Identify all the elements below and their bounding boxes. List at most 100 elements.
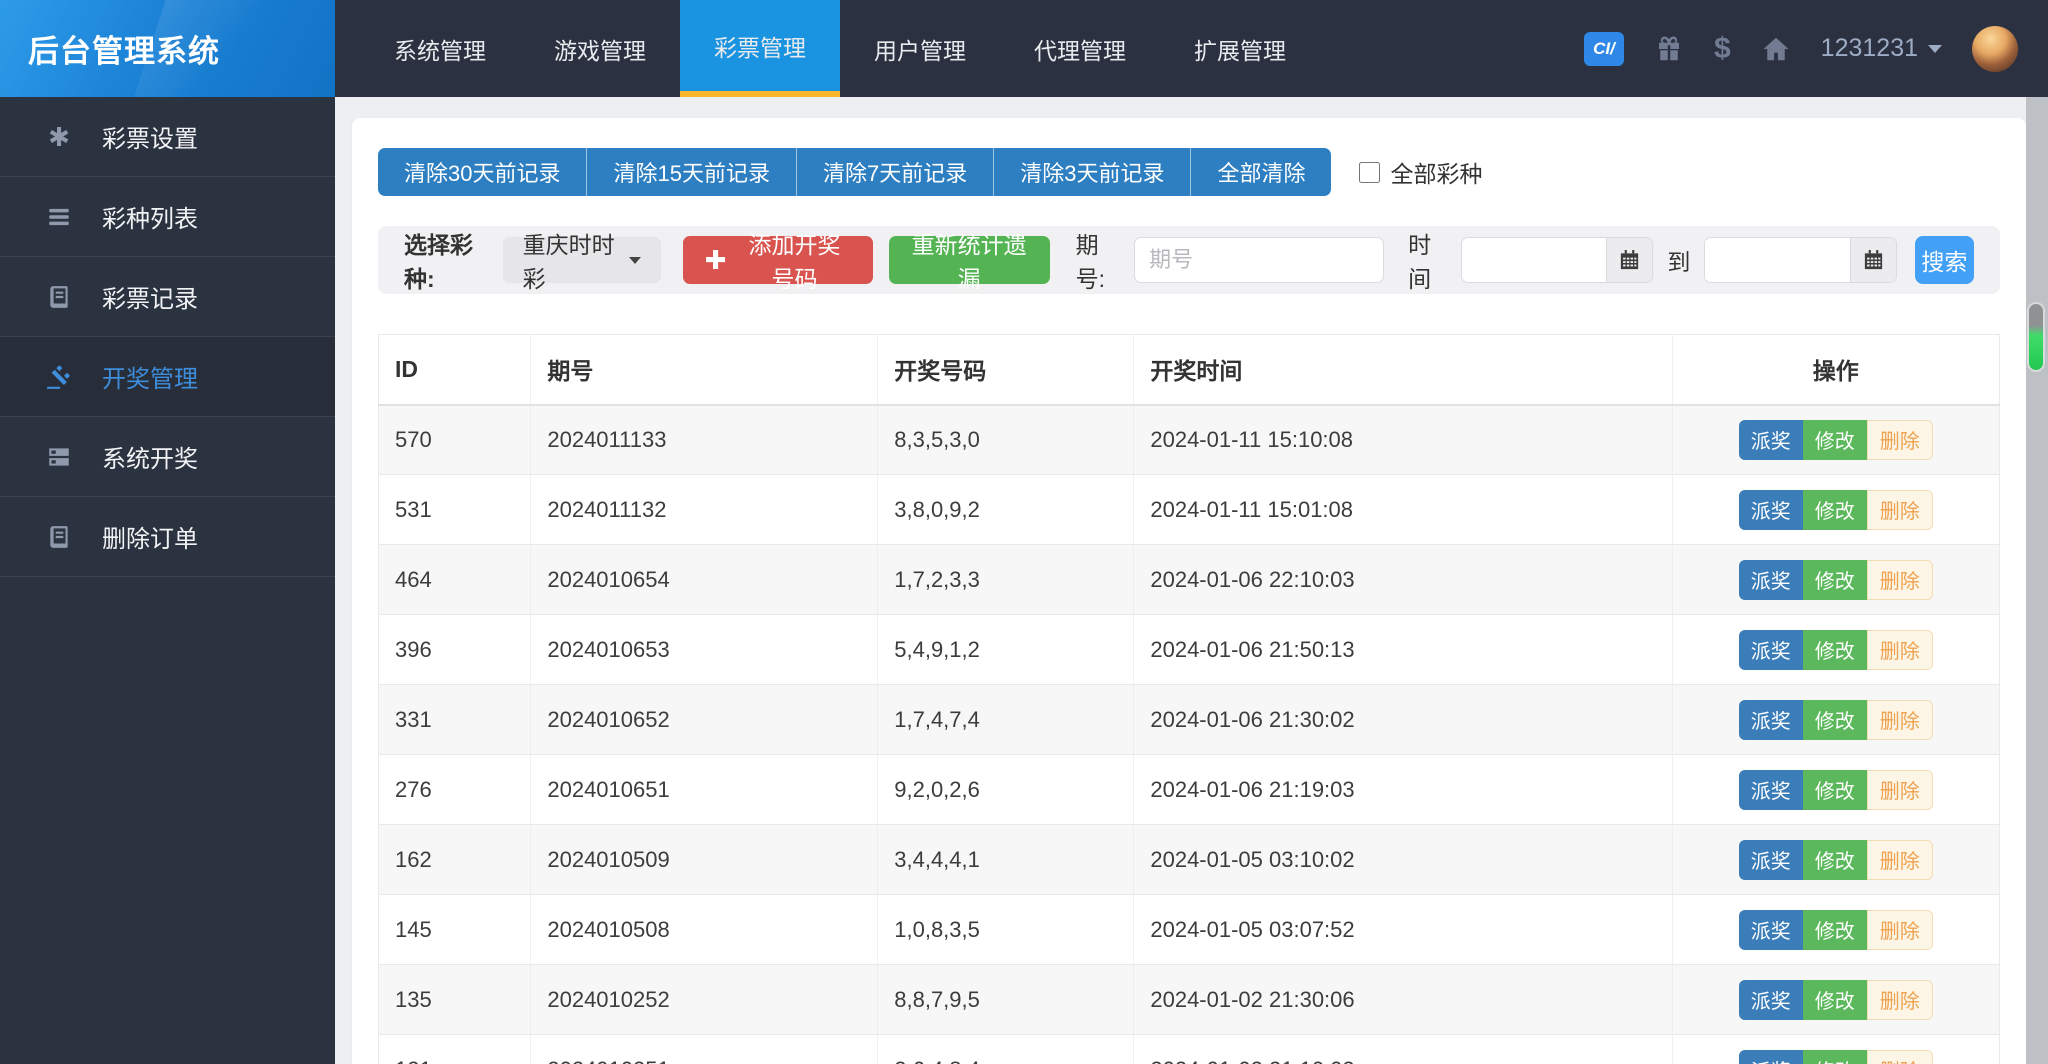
clear-30days-button[interactable]: 清除30天前记录: [378, 148, 588, 196]
scrollbar-track[interactable]: [2026, 97, 2048, 1064]
table-header-row: ID 期号 开奖号码 开奖时间 操作: [378, 334, 2000, 406]
sidebar-item-lottery-records[interactable]: 彩票记录: [0, 257, 335, 337]
nav-tab-user[interactable]: 用户管理: [840, 0, 1000, 97]
clear-all-button[interactable]: 全部清除: [1191, 148, 1332, 196]
delete-button[interactable]: 删除: [1866, 769, 1933, 810]
all-lottery-label[interactable]: 全部彩种: [1390, 155, 1482, 189]
delete-button[interactable]: 删除: [1866, 489, 1933, 530]
nav-tab-system[interactable]: 系统管理: [360, 0, 520, 97]
delete-button[interactable]: 删除: [1866, 559, 1933, 600]
edit-button[interactable]: 修改: [1802, 1049, 1867, 1064]
award-button[interactable]: 派奖: [1738, 489, 1803, 530]
calendar-icon-button[interactable]: [1606, 238, 1653, 282]
issue-input[interactable]: [1134, 237, 1385, 283]
header-issue: 期号: [530, 334, 879, 406]
time-from-input[interactable]: [1462, 238, 1607, 282]
sidebar-item-delete-orders[interactable]: 删除订单: [0, 497, 335, 577]
all-lottery-toggle: 全部彩种: [1359, 155, 1482, 189]
nav-tab-game[interactable]: 游戏管理: [520, 0, 680, 97]
edit-button[interactable]: 修改: [1802, 839, 1867, 880]
delete-button[interactable]: 删除: [1866, 979, 1933, 1020]
time-cell: 2024-01-05 03:10:02: [1133, 824, 1673, 895]
clear-3days-button[interactable]: 清除3天前记录: [994, 148, 1192, 196]
numbers-cell: 9,2,0,2,6: [877, 754, 1135, 825]
table-row: 331 2024010652 1,7,4,7,4 2024-01-06 21:30:0…: [378, 684, 2000, 755]
row-action-group: 派奖修改删除: [1738, 839, 1933, 880]
clear-button-group: 清除30天前记录 清除15天前记录 清除7天前记录 清除3天前记录 全部清除: [378, 148, 1332, 196]
award-button[interactable]: 派奖: [1738, 769, 1803, 810]
time-from-field: [1461, 237, 1654, 283]
clear-7days-button[interactable]: 清除7天前记录: [796, 148, 995, 196]
numbers-cell: 5,4,9,1,2: [877, 614, 1135, 685]
all-lottery-checkbox[interactable]: [1359, 161, 1381, 183]
add-draw-number-button[interactable]: ✚ 添加开奖号码: [682, 232, 873, 292]
list-icon: [44, 204, 74, 230]
issue-cell: 2024010651: [530, 754, 879, 825]
award-button[interactable]: 派奖: [1738, 629, 1803, 670]
clear-15days-button[interactable]: 清除15天前记录: [587, 148, 797, 196]
search-button[interactable]: 搜索: [1914, 236, 1975, 284]
award-button[interactable]: 派奖: [1738, 839, 1803, 880]
table-row: 276 2024010651 9,2,0,2,6 2024-01-06 21:19:0…: [378, 754, 2000, 825]
delete-button[interactable]: 删除: [1866, 1049, 1933, 1064]
edit-button[interactable]: 修改: [1802, 489, 1867, 530]
table-row: 464 2024010654 1,7,2,3,3 2024-01-06 22:10:0…: [378, 544, 2000, 615]
sidebar-item-label: 删除订单: [102, 526, 198, 553]
chevron-down-icon: [628, 256, 641, 264]
time-cell: 2024-01-02 21:10:02: [1133, 1034, 1673, 1064]
sidebar-item-lottery-type-list[interactable]: 彩种列表: [0, 177, 335, 257]
delete-button[interactable]: 删除: [1866, 699, 1933, 740]
sidebar-item-label: 系统开奖: [102, 446, 198, 473]
nav-tab-extend[interactable]: 扩展管理: [1160, 0, 1320, 97]
scrollbar-thumb[interactable]: [2027, 302, 2045, 372]
edit-button[interactable]: 修改: [1802, 699, 1867, 740]
add-draw-number-label: 添加开奖号码: [748, 232, 841, 292]
award-button[interactable]: 派奖: [1738, 699, 1803, 740]
edit-button[interactable]: 修改: [1802, 419, 1867, 460]
row-action-group: 派奖修改删除: [1738, 699, 1933, 740]
delete-button[interactable]: 删除: [1866, 629, 1933, 670]
row-action-group: 派奖修改删除: [1738, 419, 1933, 460]
calendar-icon-button[interactable]: [1849, 238, 1896, 282]
dollar-icon[interactable]: $: [1714, 32, 1731, 66]
sidebar-item-system-draw[interactable]: 系统开奖: [0, 417, 335, 497]
award-button[interactable]: 派奖: [1738, 419, 1803, 460]
delete-button[interactable]: 删除: [1866, 909, 1933, 950]
time-cell: 2024-01-06 22:10:03: [1133, 544, 1673, 615]
edit-button[interactable]: 修改: [1802, 629, 1867, 670]
username: 1231231: [1820, 34, 1918, 62]
sidebar-item-draw-management[interactable]: 开奖管理: [0, 337, 335, 417]
award-button[interactable]: 派奖: [1738, 559, 1803, 600]
issue-cell: 2024010653: [530, 614, 879, 685]
table-body: 570 2024011133 8,3,5,3,0 2024-01-11 15:10:0…: [378, 404, 2000, 1064]
edit-button[interactable]: 修改: [1802, 559, 1867, 600]
edit-button[interactable]: 修改: [1802, 769, 1867, 810]
time-to-input[interactable]: [1705, 238, 1850, 282]
ci-badge-icon[interactable]: CI/: [1583, 31, 1624, 66]
nav-tab-lottery[interactable]: 彩票管理: [680, 0, 840, 97]
row-action-group: 派奖修改删除: [1738, 489, 1933, 530]
delete-button[interactable]: 删除: [1866, 839, 1933, 880]
lottery-type-dropdown[interactable]: 重庆时时彩: [502, 232, 661, 292]
award-button[interactable]: 派奖: [1738, 979, 1803, 1020]
sidebar-item-lottery-settings[interactable]: ✱ 彩票设置: [0, 97, 335, 177]
table-row: 145 2024010508 1,0,8,3,5 2024-01-05 03:07:5…: [378, 894, 2000, 965]
edit-button[interactable]: 修改: [1802, 909, 1867, 950]
issue-cell: 2024010652: [530, 684, 879, 755]
id-cell: 464: [378, 544, 532, 615]
avatar[interactable]: [1972, 25, 2018, 72]
recount-missing-button[interactable]: 重新统计遗漏: [888, 232, 1050, 292]
home-icon[interactable]: [1761, 34, 1791, 64]
edit-button[interactable]: 修改: [1802, 979, 1867, 1020]
user-menu[interactable]: 1231231: [1821, 34, 1942, 63]
numbers-cell: 8,8,7,9,5: [877, 964, 1135, 1035]
lottery-type-selected: 重庆时时彩: [522, 232, 615, 292]
nav-tab-agent[interactable]: 代理管理: [1000, 0, 1160, 97]
filter-panel: 选择彩种: 重庆时时彩 ✚ 添加开奖号码 重新统计遗漏 期号: 时间: [378, 226, 2000, 294]
award-button[interactable]: 派奖: [1738, 1049, 1803, 1064]
nav-tab-label: 扩展管理: [1194, 37, 1286, 64]
delete-button[interactable]: 删除: [1866, 419, 1933, 460]
gift-icon[interactable]: [1654, 34, 1684, 64]
award-button[interactable]: 派奖: [1738, 909, 1803, 950]
row-action-group: 派奖修改删除: [1738, 559, 1933, 600]
